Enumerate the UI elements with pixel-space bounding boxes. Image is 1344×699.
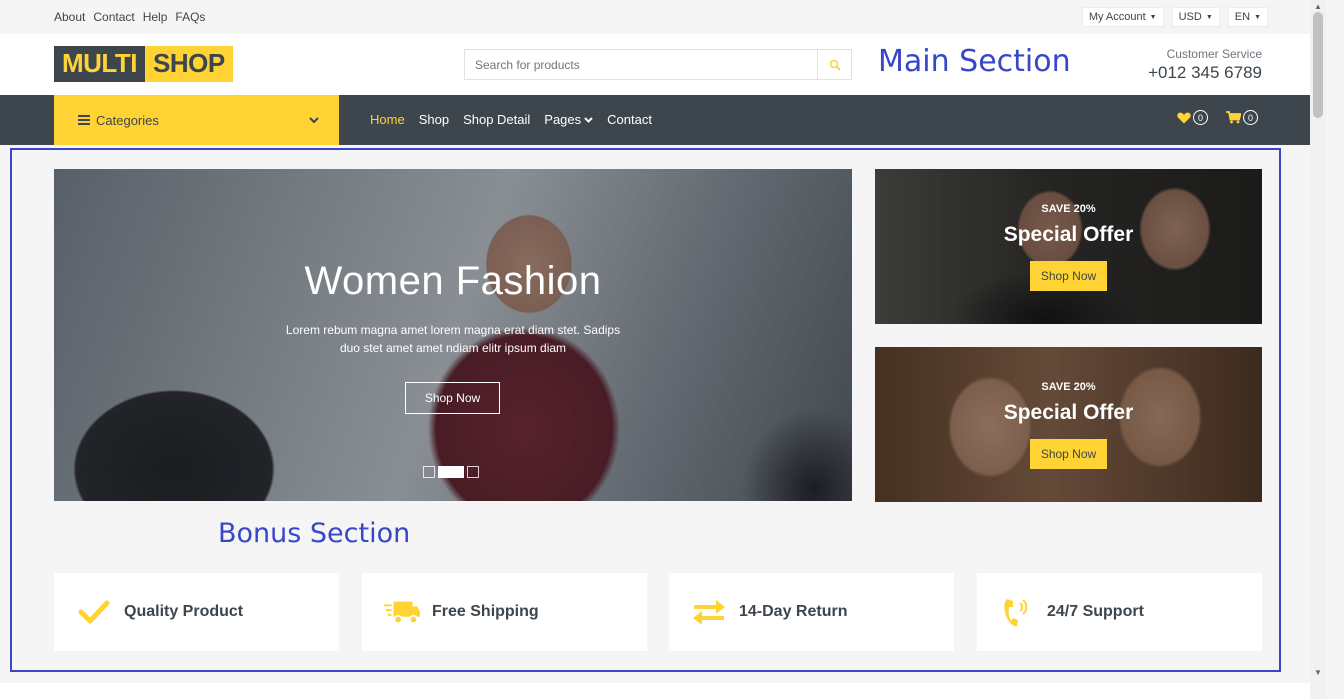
- carousel-indicator-1[interactable]: [423, 466, 435, 478]
- hero-carousel[interactable]: Women Fashion Lorem rebum magna amet lor…: [54, 169, 852, 501]
- nav-icons: 0 0: [1177, 110, 1258, 125]
- carousel-description: Lorem rebum magna amet lorem magna erat …: [285, 323, 621, 355]
- chevron-down-icon: [309, 116, 319, 123]
- offer-shop-now-button[interactable]: Shop Now: [1030, 261, 1107, 291]
- chevron-down-icon: ▼: [1205, 13, 1213, 21]
- offer-shop-now-button[interactable]: Shop Now: [1030, 439, 1107, 469]
- customer-service: Customer Service +012 345 6789: [1148, 47, 1262, 83]
- wishlist-count: 0: [1193, 110, 1208, 125]
- offer-card-2: SAVE 20% Special Offer Shop Now: [875, 347, 1262, 502]
- top-bar: About Contact Help FAQs My Account ▼ USD…: [0, 0, 1310, 34]
- cart-count: 0: [1243, 110, 1258, 125]
- offer-title: Special Offer: [1003, 223, 1134, 246]
- currency-label: USD: [1178, 11, 1202, 23]
- feature-24-7-support: 24/7 Support: [977, 573, 1262, 651]
- customer-service-phone: +012 345 6789: [1148, 63, 1262, 82]
- nav-link-shop[interactable]: Shop: [419, 112, 449, 127]
- scrollbar-thumb[interactable]: [1313, 12, 1323, 118]
- nav-link-home[interactable]: Home: [370, 112, 405, 127]
- truck-icon: [384, 594, 420, 630]
- carousel-shop-now-button[interactable]: Shop Now: [405, 382, 500, 414]
- chevron-down-icon: ▼: [1149, 13, 1157, 21]
- feature-quality-product: Quality Product: [54, 573, 339, 651]
- vertical-scrollbar[interactable]: ▲ ▼: [1310, 0, 1326, 699]
- my-account-label: My Account: [1088, 11, 1146, 23]
- chevron-down-icon: ▼: [1254, 13, 1261, 21]
- carousel-indicators: [423, 466, 479, 478]
- check-icon: [76, 594, 112, 630]
- feature-free-shipping: Free Shipping: [362, 573, 647, 651]
- search-bar: [464, 49, 852, 80]
- carousel-caption: Women Fashion Lorem rebum magna amet lor…: [54, 169, 852, 501]
- top-right-controls: My Account ▼ USD ▼ EN ▼: [1081, 7, 1268, 27]
- currency-dropdown[interactable]: USD ▼: [1171, 7, 1220, 27]
- logo-part1: MULTI: [54, 46, 145, 82]
- bonus-section-annotation: Bonus Section: [218, 518, 411, 549]
- shopping-cart-icon: [1226, 111, 1241, 124]
- categories-label: Categories: [96, 112, 159, 128]
- nav-link-pages-label: Pages: [544, 112, 582, 127]
- page-bottom: [0, 683, 1310, 699]
- offer-card-1: SAVE 20% Special Offer Shop Now: [875, 169, 1262, 324]
- feature-label: 24/7 Support: [1047, 603, 1144, 620]
- logo-part2: SHOP: [145, 46, 233, 82]
- search-input[interactable]: [465, 50, 817, 79]
- customer-service-label: Customer Service: [1166, 47, 1262, 61]
- nav-links: Home Shop Shop Detail Pages Contact: [370, 112, 652, 127]
- feature-label: Quality Product: [124, 603, 244, 620]
- feature-label: 14-Day Return: [739, 603, 848, 620]
- wishlist-button[interactable]: 0: [1177, 110, 1208, 125]
- nav-link-contact[interactable]: Contact: [607, 112, 652, 127]
- nav-link-shop-detail[interactable]: Shop Detail: [463, 112, 530, 127]
- language-dropdown[interactable]: EN ▼: [1227, 7, 1268, 27]
- offer-save-label: SAVE 20%: [1041, 381, 1096, 393]
- search-button[interactable]: [817, 50, 851, 79]
- exchange-icon: [691, 594, 727, 630]
- carousel-indicator-2[interactable]: [438, 466, 464, 478]
- bars-icon: [78, 115, 90, 125]
- search-icon: [829, 59, 841, 71]
- categories-toggle[interactable]: Categories: [54, 95, 339, 145]
- top-links: About Contact Help FAQs: [54, 10, 205, 24]
- heart-icon: [1177, 112, 1191, 123]
- feature-label: Free Shipping: [432, 603, 539, 620]
- chevron-down-icon: [584, 116, 593, 123]
- phone-volume-icon: [999, 594, 1035, 630]
- logo[interactable]: MULTI SHOP: [54, 46, 233, 82]
- scroll-down-arrow-icon[interactable]: ▼: [1314, 668, 1322, 677]
- scroll-up-arrow-icon[interactable]: ▲: [1314, 2, 1322, 11]
- top-link-help[interactable]: Help: [143, 10, 168, 24]
- navbar: Categories Home Shop Shop Detail Pages C…: [0, 95, 1310, 145]
- header: MULTI SHOP Main Section Customer Service…: [0, 34, 1310, 95]
- feature-14-day-return: 14-Day Return: [669, 573, 954, 651]
- top-link-faqs[interactable]: FAQs: [175, 10, 205, 24]
- carousel-title: Women Fashion: [304, 259, 602, 303]
- carousel-indicator-3[interactable]: [467, 466, 479, 478]
- cart-button[interactable]: 0: [1226, 110, 1258, 125]
- top-link-about[interactable]: About: [54, 10, 85, 24]
- my-account-dropdown[interactable]: My Account ▼: [1081, 7, 1164, 27]
- offer-title: Special Offer: [1003, 401, 1134, 424]
- offer-save-label: SAVE 20%: [1041, 203, 1096, 215]
- top-link-contact[interactable]: Contact: [93, 10, 134, 24]
- nav-link-pages[interactable]: Pages: [544, 112, 593, 127]
- main-section-annotation: Main Section: [878, 44, 1071, 79]
- language-label: EN: [1234, 11, 1251, 23]
